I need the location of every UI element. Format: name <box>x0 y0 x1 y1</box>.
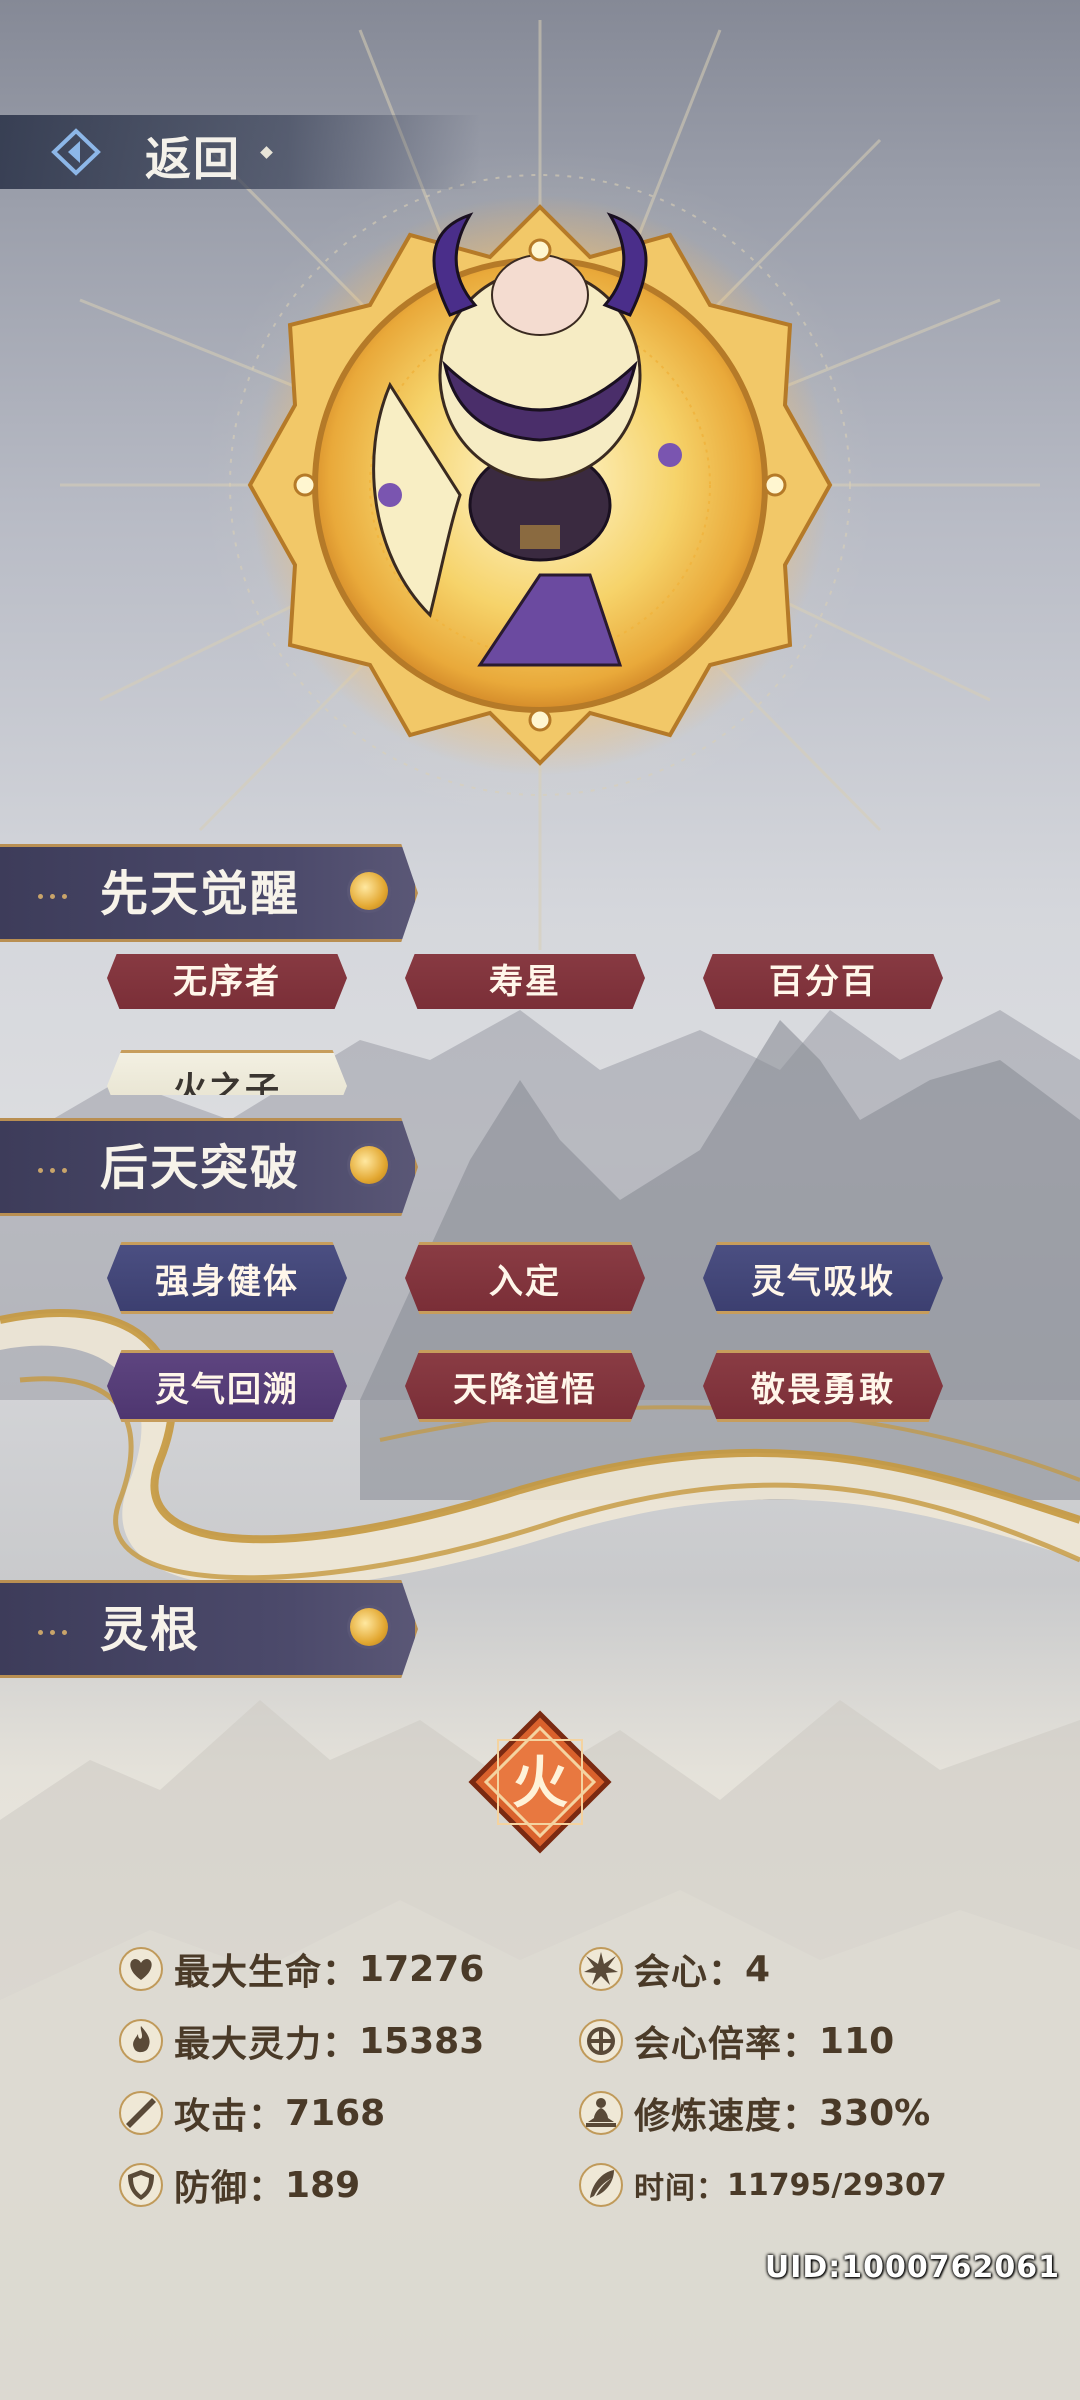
section-header-root: 灵根 <box>0 1580 420 1678</box>
innate-tag[interactable]: 寿星 <box>405 954 645 1009</box>
back-button[interactable]: 返回 <box>0 115 480 189</box>
stat-label: 最大灵力： <box>174 2024 360 2065</box>
header-dots-decoration <box>38 1620 74 1639</box>
shield-icon <box>119 2163 163 2207</box>
stat-max-spirit: 最大灵力： 15383 <box>118 2016 484 2066</box>
stat-value: 17276 <box>359 1948 485 1990</box>
crit-rate-icon <box>579 2019 623 2063</box>
fire-element-glyph: 火 <box>512 1750 568 1816</box>
header-dots-decoration <box>38 884 74 903</box>
stat-value: 7168 <box>285 2092 386 2134</box>
back-dot-decoration <box>260 146 273 159</box>
acquired-tag[interactable]: 敬畏勇敢 <box>703 1350 943 1422</box>
stat-value: 11795/29307 <box>727 2167 947 2203</box>
stat-label: 时间： <box>634 2171 727 2206</box>
stat-crit: 会心： 4 <box>578 1944 770 1994</box>
stat-label: 修炼速度： <box>634 2096 820 2137</box>
stat-attack: 攻击： 7168 <box>118 2088 385 2138</box>
innate-tag[interactable]: 火之子 <box>107 1050 347 1095</box>
orb-icon <box>350 872 388 910</box>
orb-icon <box>350 1146 388 1184</box>
stat-value: 110 <box>819 2020 895 2062</box>
burst-icon <box>579 1947 623 1991</box>
feather-icon <box>579 2163 623 2207</box>
innate-tag[interactable]: 百分百 <box>703 954 943 1009</box>
section-header-innate: 先天觉醒 <box>0 844 420 942</box>
section-title-root: 灵根 <box>100 1602 201 1658</box>
acquired-tag[interactable]: 灵气回溯 <box>107 1350 347 1422</box>
stat-value: 330% <box>819 2092 931 2134</box>
character-avatar[interactable] <box>240 195 840 775</box>
innate-tags-row-2: 火之子 <box>0 1050 1080 1095</box>
header-dots-decoration <box>38 1158 74 1177</box>
section-header-acquired: 后天突破 <box>0 1118 420 1216</box>
acquired-tag[interactable]: 灵气吸收 <box>703 1242 943 1314</box>
stat-cultivation-speed: 修炼速度： 330% <box>578 2088 930 2138</box>
section-title-innate: 先天觉醒 <box>100 866 301 922</box>
user-id-label: UID:1000762061 <box>764 2250 1060 2285</box>
stat-label: 最大生命： <box>174 1952 360 1993</box>
orb-icon <box>350 1608 388 1646</box>
flame-icon <box>119 2019 163 2063</box>
innate-tag[interactable]: 无序者 <box>107 954 347 1009</box>
sword-icon <box>119 2091 163 2135</box>
stat-value: 15383 <box>359 2020 485 2062</box>
section-title-acquired: 后天突破 <box>100 1140 301 1196</box>
stat-defense: 防御： 189 <box>118 2160 360 2210</box>
stat-label: 攻击： <box>174 2096 286 2137</box>
stat-crit-rate: 会心倍率： 110 <box>578 2016 894 2066</box>
stat-value: 189 <box>285 2164 361 2206</box>
stat-time: 时间： 11795/29307 <box>578 2160 947 2210</box>
acquired-tag[interactable]: 入定 <box>405 1242 645 1314</box>
stat-value: 4 <box>745 1948 771 1990</box>
stat-label: 会心倍率： <box>634 2024 820 2065</box>
back-arrow-icon <box>51 128 101 176</box>
fire-element-badge[interactable]: 火 <box>468 1710 612 1854</box>
acquired-tag[interactable]: 天降道悟 <box>405 1350 645 1422</box>
stat-label: 会心： <box>634 1952 746 1993</box>
meditation-icon <box>579 2091 623 2135</box>
stat-label: 防御： <box>174 2168 286 2209</box>
back-label: 返回 <box>145 132 241 186</box>
acquired-tag[interactable]: 强身健体 <box>107 1242 347 1314</box>
stat-max-hp: 最大生命： 17276 <box>118 1944 484 1994</box>
innate-tags-row: 无序者 寿星 百分百 <box>0 954 1080 1009</box>
heart-icon <box>119 1947 163 1991</box>
